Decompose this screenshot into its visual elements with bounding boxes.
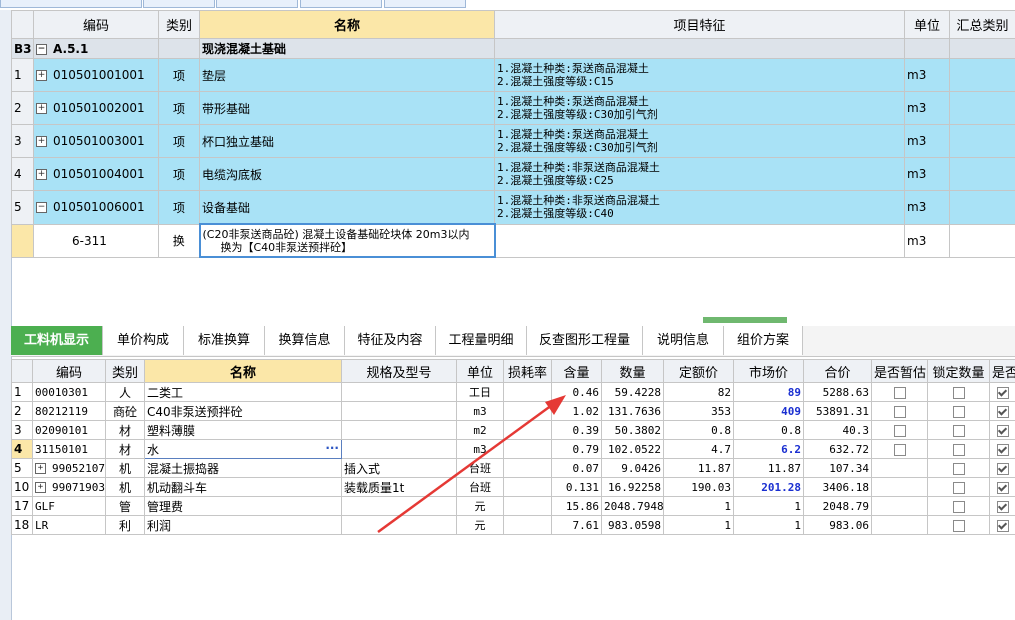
annotation-arrow xyxy=(377,395,566,534)
arrow-head xyxy=(545,395,566,415)
arrow-shaft xyxy=(377,403,553,534)
